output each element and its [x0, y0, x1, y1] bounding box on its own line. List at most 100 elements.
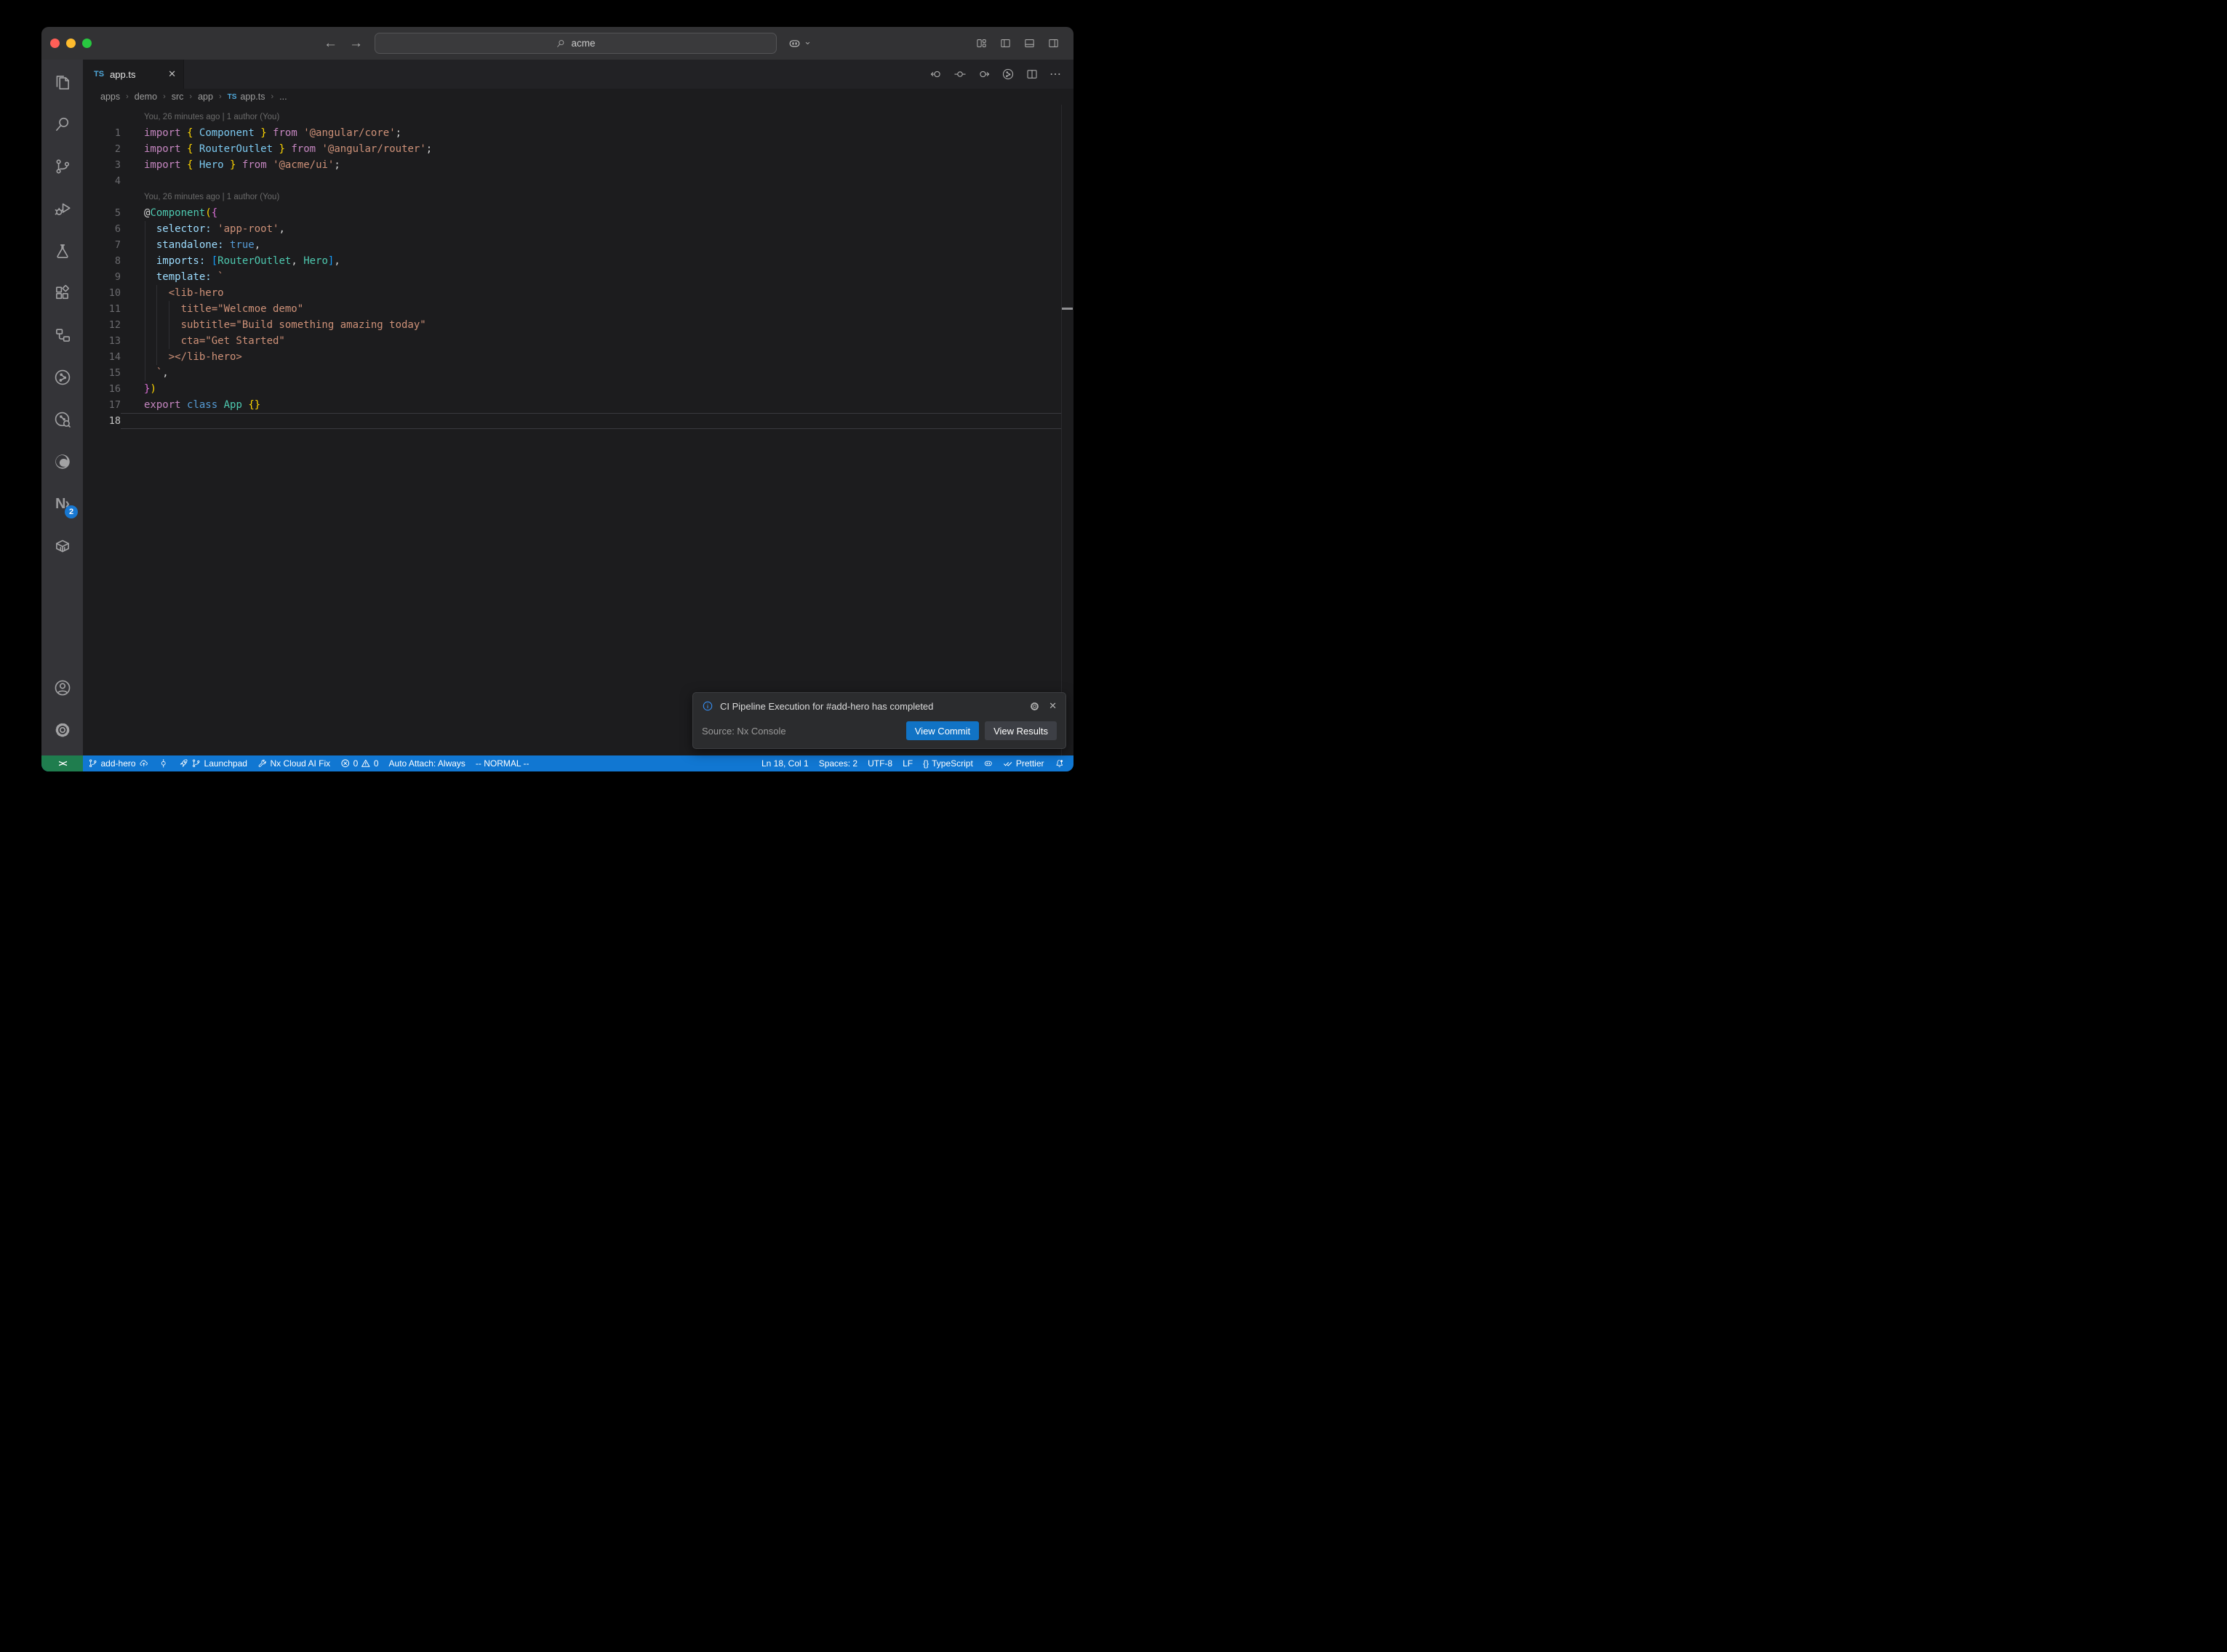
more-actions-icon[interactable]: ⋯: [1049, 67, 1062, 81]
code-line-15[interactable]: 15 `,: [83, 365, 1073, 381]
commit-graph-button[interactable]: [153, 755, 174, 771]
activity-item-explorer[interactable]: [41, 61, 83, 103]
line-number: 6: [83, 221, 121, 237]
activity-bar-bottom: [41, 667, 83, 751]
line-number: 13: [83, 333, 121, 349]
code-line-9[interactable]: 9 template: `: [83, 269, 1073, 285]
activity-item-testing[interactable]: [41, 230, 83, 272]
nx-cloud-fix-button[interactable]: Nx Cloud AI Fix: [252, 755, 335, 771]
screen: ← → acme ⌄ N›2 TS: [0, 0, 1114, 826]
code-line-8[interactable]: 8 imports: [RouterOutlet, Hero],: [83, 253, 1073, 269]
vim-mode-indicator[interactable]: -- NORMAL --: [471, 755, 535, 771]
activity-item-extensions[interactable]: [41, 272, 83, 314]
activity-item-settings[interactable]: [41, 709, 83, 751]
encoding[interactable]: UTF-8: [863, 755, 897, 771]
formatter-status[interactable]: Prettier: [998, 755, 1049, 771]
back-icon[interactable]: ←: [324, 36, 337, 52]
activity-item-source-control[interactable]: [41, 145, 83, 188]
wrench-icon: [257, 758, 268, 769]
git-branch-icon: [191, 758, 201, 769]
line-number: 16: [83, 381, 121, 397]
branch-status-label: add-hero: [101, 758, 136, 769]
breadcrumb-item-app[interactable]: app: [198, 92, 213, 102]
customize-layout-icon[interactable]: [975, 37, 988, 49]
code-line-10[interactable]: 10 <lib-hero: [83, 285, 1073, 301]
status-bar-right: Ln 18, Col 1 Spaces: 2 UTF-8LF{}TypeScript…: [756, 755, 1073, 771]
typescript-file-icon: TS: [94, 70, 104, 79]
maximize-window-button[interactable]: [82, 39, 92, 48]
notifications-bell[interactable]: [1049, 755, 1070, 771]
activity-item-account[interactable]: [41, 667, 83, 709]
close-tab-icon[interactable]: ✕: [168, 68, 176, 80]
gear-icon[interactable]: [1029, 701, 1040, 712]
eol-selector[interactable]: LF: [897, 755, 918, 771]
copilot-status[interactable]: [978, 755, 999, 771]
search-value: acme: [571, 38, 595, 49]
typescript-file-icon: TS: [228, 93, 237, 101]
activity-item-references[interactable]: [41, 314, 83, 356]
indentation[interactable]: Spaces: 2: [814, 755, 863, 771]
problems-button[interactable]: 00: [335, 755, 383, 771]
breadcrumb-item-demo[interactable]: demo: [135, 92, 157, 102]
forward-icon[interactable]: →: [349, 36, 363, 52]
close-icon[interactable]: ✕: [1049, 700, 1057, 712]
code-line-11[interactable]: 11 title="Welcmoe demo": [83, 301, 1073, 317]
code-line-13[interactable]: 13 cta="Get Started": [83, 333, 1073, 349]
minimize-window-button[interactable]: [66, 39, 76, 48]
code-line-5[interactable]: 5@Component({: [83, 205, 1073, 221]
line-number: 12: [83, 317, 121, 333]
split-bottom-icon[interactable]: [1023, 37, 1036, 49]
breadcrumb-item-src[interactable]: src: [172, 92, 184, 102]
next-change-icon[interactable]: [977, 68, 991, 81]
tab-app-ts[interactable]: TS app.ts ✕: [83, 60, 184, 89]
overview-ruler[interactable]: [1061, 105, 1073, 755]
activity-item-container[interactable]: [41, 525, 83, 567]
activity-item-edge-browser[interactable]: [41, 441, 83, 483]
code-line-14[interactable]: 14 ></lib-hero>: [83, 349, 1073, 365]
code-line-3[interactable]: 3import { Hero } from '@acme/ui';: [83, 157, 1073, 173]
launchpad-button[interactable]: Launchpad: [174, 755, 252, 771]
breadcrumb-item-apps[interactable]: apps: [100, 92, 120, 102]
prev-change-icon[interactable]: [929, 68, 943, 81]
code-line-1[interactable]: 1import { Component } from '@angular/cor…: [83, 125, 1073, 141]
line-number: 15: [83, 365, 121, 381]
code-line-17[interactable]: 17export class App {}: [83, 397, 1073, 413]
code-editor[interactable]: You, 26 minutes ago | 1 author (You)1imp…: [83, 105, 1073, 755]
cursor-position-label: Ln 18, Col 1: [761, 758, 809, 769]
indentation-label: Spaces: 2: [819, 758, 857, 769]
code-line-16[interactable]: 16}): [83, 381, 1073, 397]
view-results-button[interactable]: View Results: [985, 721, 1057, 740]
activity-item-run-debug[interactable]: [41, 188, 83, 230]
split-right-icon[interactable]: [1047, 37, 1060, 49]
command-center-search[interactable]: acme: [375, 33, 777, 54]
code-line-7[interactable]: 7 standalone: true,: [83, 237, 1073, 253]
activity-badge: 2: [65, 505, 78, 518]
rocket-icon: [179, 758, 189, 769]
code-line-4[interactable]: 4: [83, 173, 1073, 189]
branch-status[interactable]: add-hero: [83, 755, 153, 771]
split-left-icon[interactable]: [999, 37, 1012, 49]
code-line-12[interactable]: 12 subtitle="Build something amazing tod…: [83, 317, 1073, 333]
activity-item-nx-console[interactable]: N›2: [41, 483, 83, 525]
auto-attach-button[interactable]: Auto Attach: Always: [384, 755, 471, 771]
breadcrumb-item-...[interactable]: ...: [279, 92, 287, 102]
editor-group: TS app.ts ✕ ⋯ apps›demo›src›app›TSapp.ts…: [83, 60, 1073, 755]
breadcrumb-item-app.ts[interactable]: TSapp.ts: [228, 92, 265, 102]
language-mode[interactable]: {}TypeScript: [918, 755, 978, 771]
commit-graph-circle-icon[interactable]: [1001, 68, 1015, 81]
view-commit-button[interactable]: View Commit: [906, 721, 979, 740]
commit-node-icon[interactable]: [953, 68, 967, 81]
activity-item-search[interactable]: [41, 103, 83, 145]
code-line-6[interactable]: 6 selector: 'app-root',: [83, 221, 1073, 237]
code-line-18[interactable]: 18: [83, 413, 1073, 429]
close-window-button[interactable]: [50, 39, 60, 48]
breadcrumb-label: app.ts: [240, 92, 265, 102]
cursor-position[interactable]: Ln 18, Col 1: [756, 755, 814, 771]
code-line-2[interactable]: 2import { RouterOutlet } from '@angular/…: [83, 141, 1073, 157]
remote-indicator[interactable]: ><: [41, 755, 83, 771]
nx-cloud-fix-button-label: Nx Cloud AI Fix: [270, 758, 330, 769]
copilot-menu[interactable]: ⌄: [788, 27, 812, 60]
split-editor-icon[interactable]: [1025, 68, 1039, 81]
activity-item-graph-search[interactable]: [41, 398, 83, 441]
activity-item-project-graph[interactable]: [41, 356, 83, 398]
